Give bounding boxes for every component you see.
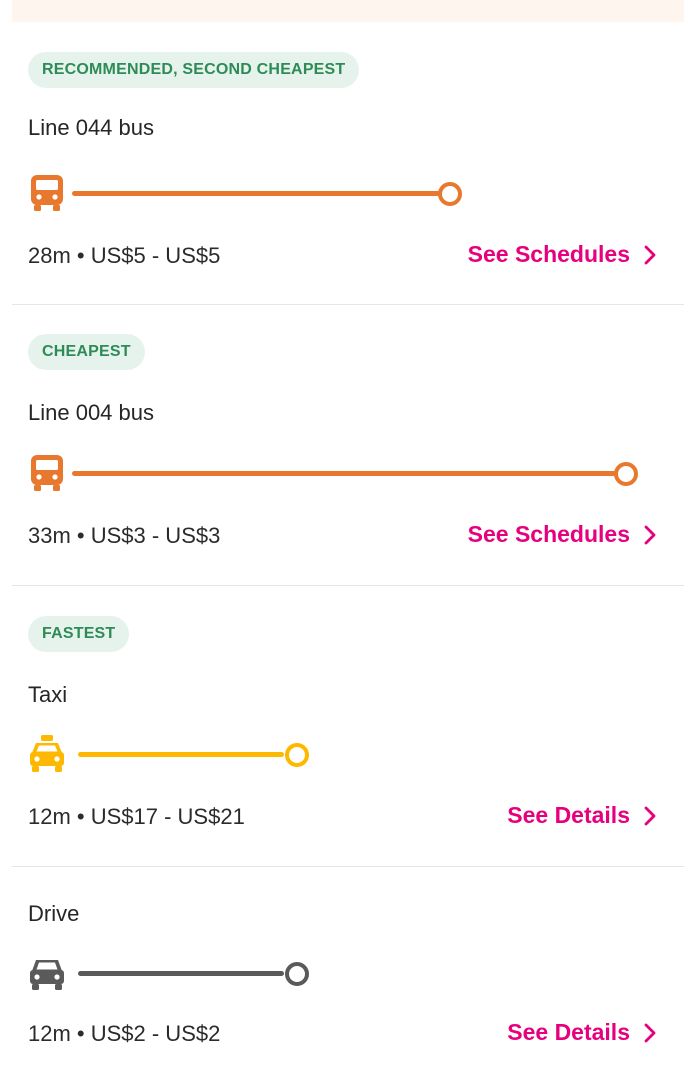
- route-name: Taxi: [28, 682, 68, 707]
- bus-icon: [31, 455, 63, 491]
- cheapest-badge: CHEAPEST: [28, 334, 145, 370]
- action-label: See Schedules: [467, 521, 630, 547]
- route-card-drive[interactable]: Drive 12m • US$2 - US$2 See Details: [12, 867, 672, 1081]
- chevron-right-icon: [644, 245, 656, 264]
- see-schedules-button[interactable]: See Schedules: [468, 521, 656, 548]
- route-options-page: RECOMMENDED, SECOND CHEAPEST Line 044 bu…: [0, 0, 684, 1081]
- route-track: [28, 173, 462, 213]
- route-name: Line 004 bus: [28, 400, 154, 425]
- fastest-badge: FASTEST: [28, 616, 130, 652]
- route-track: [28, 734, 328, 774]
- recommended-badge: RECOMMENDED, SECOND CHEAPEST: [28, 52, 360, 88]
- route-summary: 12m • US$2 - US$2: [28, 1021, 221, 1046]
- route-line: [78, 971, 284, 976]
- action-label: See Details: [507, 802, 630, 828]
- destination-dot: [438, 182, 462, 206]
- route-card-line-044[interactable]: RECOMMENDED, SECOND CHEAPEST Line 044 bu…: [12, 30, 684, 305]
- route-card-taxi[interactable]: FASTEST Taxi 12m • US$17 - US$21 See Det…: [12, 586, 684, 867]
- action-label: See Details: [507, 1019, 630, 1045]
- destination-dot: [285, 743, 309, 767]
- taxi-icon: [30, 735, 64, 772]
- route-line: [72, 471, 616, 476]
- route-line: [78, 752, 284, 757]
- chevron-right-icon: [644, 1023, 656, 1042]
- top-banner-strip: [12, 0, 684, 22]
- car-icon: [30, 960, 64, 990]
- route-track: [28, 953, 328, 993]
- route-summary: 33m • US$3 - US$3: [28, 523, 221, 548]
- see-details-button[interactable]: See Details: [507, 1019, 656, 1046]
- route-summary: 12m • US$17 - US$21: [28, 804, 245, 829]
- route-track: [28, 453, 648, 493]
- route-line: [72, 191, 440, 196]
- action-label: See Schedules: [467, 241, 630, 267]
- chevron-right-icon: [644, 806, 656, 825]
- route-summary: 28m • US$5 - US$5: [28, 243, 221, 268]
- route-name: Line 044 bus: [28, 115, 154, 140]
- see-schedules-button[interactable]: See Schedules: [468, 241, 656, 268]
- destination-dot: [614, 462, 638, 486]
- destination-dot: [285, 962, 309, 986]
- bus-icon: [31, 175, 63, 211]
- see-details-button[interactable]: See Details: [507, 802, 656, 829]
- route-name: Drive: [28, 901, 80, 926]
- route-card-line-004[interactable]: CHEAPEST Line 004 bus 33m • US$3 - US$3 …: [12, 305, 684, 586]
- chevron-right-icon: [644, 525, 656, 544]
